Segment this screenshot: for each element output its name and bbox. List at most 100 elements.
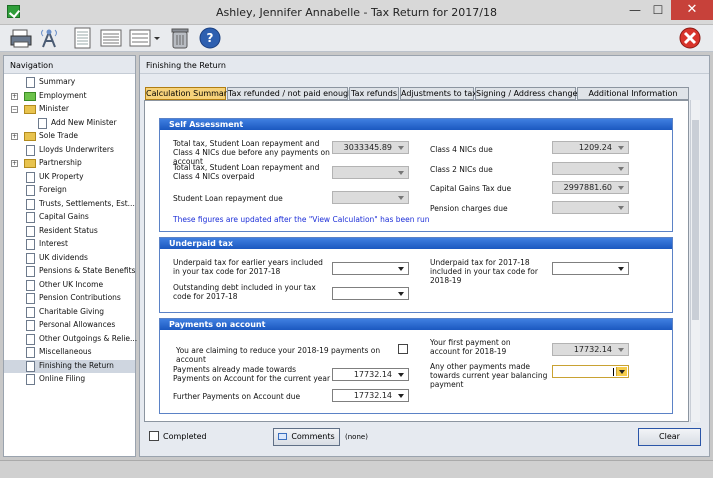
chevron-down-icon[interactable] [396,143,407,152]
chevron-down-icon[interactable] [396,370,407,379]
document-icon [26,198,35,210]
nav-item[interactable]: Online Filing [4,373,135,386]
already-paid-field[interactable]: 17732.14 [332,368,409,381]
nav-item[interactable]: Summary [4,76,135,89]
tab-adjustments-to-tax[interactable]: Adjustments to tax [400,87,477,100]
nav-item-label: Other Outgoings & Relie... [39,333,138,343]
nav-item[interactable]: Capital Gains [4,211,135,224]
maximize-button[interactable]: ☐ [645,0,671,20]
chevron-down-icon[interactable] [616,345,627,354]
tab-tax-refunds[interactable]: Tax refunds [349,87,399,100]
nav-item[interactable]: Finishing the Return [4,359,135,373]
nav-item[interactable]: Add New Minister [4,117,135,130]
status-bar [0,460,713,478]
pension-label: Pension charges due [430,204,508,213]
nav-item[interactable]: Foreign [4,184,135,197]
total-overpaid-field[interactable] [332,166,409,179]
nav-item[interactable]: Other Outgoings & Relie... [4,333,138,346]
calculation-summary-panel: Self Assessment Total tax, Student Loan … [144,100,689,422]
tab-tax-refunded[interactable]: Tax refunded / not paid enough [227,87,353,100]
nav-item-label: Summary [39,77,76,86]
chevron-down-icon[interactable] [616,367,627,376]
underpaid-earlier-label: Underpaid tax for earlier years included… [173,258,323,276]
nav-item[interactable]: − Minister [4,103,135,116]
nav-item[interactable]: Personal Allowances [4,319,135,332]
network-icon[interactable] [37,27,61,49]
nav-item[interactable]: + Employment [4,90,135,103]
chevron-down-icon[interactable] [616,183,627,192]
clear-button[interactable]: Clear [638,428,701,446]
further-payments-field[interactable]: 17732.14 [332,389,409,402]
nav-item[interactable]: UK Property [4,171,135,184]
first-payment-field[interactable]: 17732.14 [552,343,629,356]
comments-button[interactable]: Comments [273,428,340,446]
chevron-down-icon[interactable] [396,264,407,273]
other-payments-field[interactable] [552,365,629,378]
claim-reduce-checkbox[interactable] [398,344,408,354]
nav-item-label: Pensions & State Benefits [39,266,136,275]
student-loan-field[interactable] [332,191,409,204]
nav-item-label: Interest [39,239,68,248]
class2-field[interactable] [552,162,629,175]
tab-signing-address[interactable]: Signing / Address changed [475,87,583,100]
underpaid-next-year-field[interactable] [552,262,629,275]
nav-item[interactable]: Pensions & State Benefits [4,265,135,278]
nav-item[interactable]: Charitable Giving [4,306,135,319]
collapse-icon[interactable]: − [11,106,18,113]
chevron-down-icon[interactable] [396,168,407,177]
main-panel: Finishing the Return Calculation Summary… [139,55,710,457]
outstanding-debt-field[interactable] [332,287,409,300]
folder-icon [24,159,36,168]
print-icon[interactable] [9,27,33,49]
chevron-down-icon[interactable] [396,391,407,400]
document-icon [26,374,35,385]
nav-item[interactable]: Pension Contributions [4,292,135,305]
close-window-button[interactable]: ✕ [671,0,713,20]
total-due-field[interactable]: 3033345.89 [332,141,409,154]
comments-button-label: Comments [291,432,335,441]
nav-item-label: UK dividends [39,252,88,262]
payments-on-account-section: Payments on account You are claiming to … [159,318,673,414]
navigation-panel: Navigation Summary + Employment − Minister Ad… [3,55,138,457]
pension-field[interactable] [552,201,629,214]
nav-item[interactable]: Interest [4,238,135,251]
chevron-down-icon[interactable] [616,264,627,273]
expand-icon[interactable]: + [11,133,18,140]
chevron-down-icon[interactable] [616,203,627,212]
tab-calculation-summary[interactable]: Calculation Summary [145,87,232,100]
chevron-down-icon[interactable] [396,193,407,202]
nav-item[interactable]: Resident Status [4,225,135,238]
chevron-down-icon[interactable] [616,164,627,173]
nav-item[interactable]: Lloyds Underwriters [4,144,135,157]
nav-item-label: Sole Trade [39,131,78,140]
form-list-icon[interactable] [99,27,123,49]
list-dropdown-icon[interactable] [128,27,160,49]
completed-checkbox[interactable] [149,431,159,441]
underpaid-earlier-field[interactable] [332,262,409,275]
nav-item[interactable]: Trusts, Settlements, Est... [4,198,135,211]
panel-scrollbar[interactable] [690,100,700,422]
trash-icon[interactable] [168,27,192,49]
document-icon [26,266,35,277]
nav-item-label: UK Property [39,171,84,181]
nav-item[interactable]: UK dividends [4,252,135,265]
help-icon[interactable]: ? [198,27,222,49]
nav-item[interactable]: + Partnership [4,157,135,170]
comment-icon [278,433,288,440]
tab-additional-information[interactable]: Additional Information [577,87,689,100]
nav-item[interactable]: Miscellaneous [4,346,135,359]
expand-icon[interactable]: + [11,92,18,100]
toolbar: ? [0,25,713,52]
chevron-down-icon[interactable] [616,143,627,152]
scrollbar-thumb[interactable] [692,120,699,320]
class4-field[interactable]: 1209.24 [552,141,629,154]
folder-check-icon [24,91,36,101]
nav-item-label: Trusts, Settlements, Est... [39,198,135,208]
expand-icon[interactable]: + [11,160,18,167]
form-icon[interactable] [71,27,95,49]
nav-item[interactable]: Other UK Income [4,279,135,292]
exit-icon[interactable] [678,27,702,49]
cgt-field[interactable]: 2997881.60 [552,181,629,194]
nav-item[interactable]: + Sole Trade [4,130,135,143]
chevron-down-icon[interactable] [396,289,407,298]
